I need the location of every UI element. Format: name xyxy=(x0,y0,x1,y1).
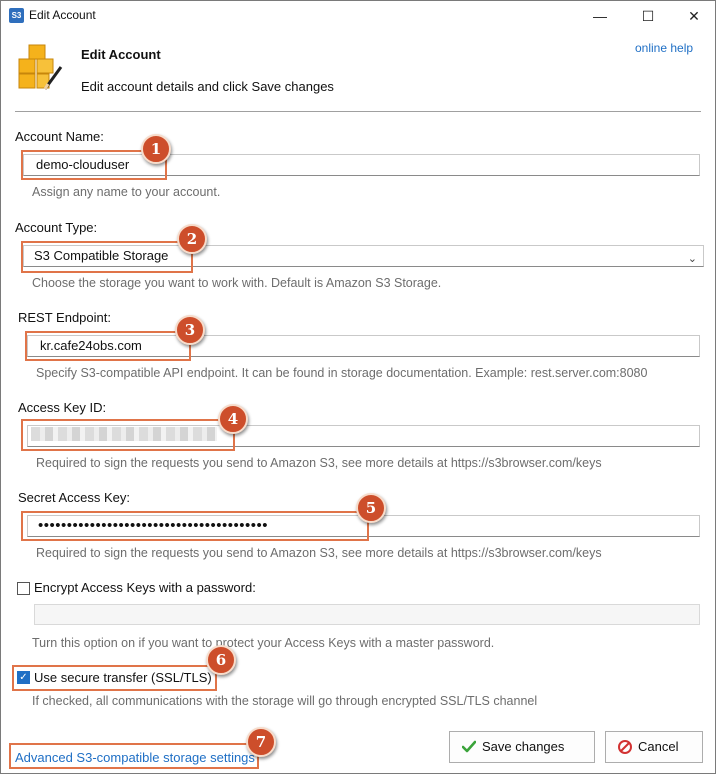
encrypt-keys-hint: Turn this option on if you want to prote… xyxy=(32,636,495,650)
access-key-id-hint: Required to sign the requests you send t… xyxy=(36,456,602,470)
account-type-label: Account Type: xyxy=(15,220,98,235)
callout-badge-2: 2 xyxy=(177,224,207,254)
header-divider xyxy=(15,111,701,112)
minimize-button[interactable]: — xyxy=(577,1,623,31)
secret-access-key-label: Secret Access Key: xyxy=(18,490,130,505)
cancel-button[interactable]: Cancel xyxy=(605,731,703,763)
callout-badge-3: 3 xyxy=(175,315,205,345)
rest-endpoint-label: REST Endpoint: xyxy=(18,310,111,325)
encrypt-keys-label: Encrypt Access Keys with a password: xyxy=(34,580,256,595)
online-help-link[interactable]: online help xyxy=(635,41,693,55)
callout-box-4 xyxy=(21,419,235,451)
access-key-id-label: Access Key ID: xyxy=(18,400,107,415)
chevron-down-icon[interactable]: ⌄ xyxy=(688,249,697,266)
master-password-input[interactable] xyxy=(34,604,700,625)
cancel-label: Cancel xyxy=(638,739,679,754)
callout-box-7 xyxy=(9,743,259,769)
callout-badge-7: 7 xyxy=(246,727,276,757)
maximize-button[interactable]: ☐ xyxy=(625,1,671,31)
window-title: Edit Account xyxy=(29,8,96,22)
rest-endpoint-hint: Specify S3-compatible API endpoint. It c… xyxy=(36,366,648,380)
secret-access-key-hint: Required to sign the requests you send t… xyxy=(36,546,602,560)
boxes-pencil-icon xyxy=(18,44,63,90)
edit-account-window: S3 Edit Account — ☐ ✕ Edit Account Edit … xyxy=(0,0,716,774)
account-type-hint: Choose the storage you want to work with… xyxy=(32,276,442,290)
callout-box-2 xyxy=(21,241,193,273)
account-name-label: Account Name: xyxy=(15,129,104,144)
callout-badge-5: 5 xyxy=(356,493,386,523)
account-name-hint: Assign any name to your account. xyxy=(32,185,221,199)
dialog-heading: Edit Account xyxy=(81,47,161,62)
secure-transfer-hint: If checked, all communications with the … xyxy=(32,694,538,708)
checkmark-icon xyxy=(462,740,476,753)
save-changes-label: Save changes xyxy=(482,739,565,754)
callout-box-5 xyxy=(21,511,369,541)
callout-badge-4: 4 xyxy=(218,404,248,434)
dialog-subtitle: Edit account details and click Save chan… xyxy=(81,79,334,94)
save-changes-button[interactable]: Save changes xyxy=(449,731,595,763)
s3-app-icon: S3 xyxy=(9,8,24,23)
callout-badge-1: 1 xyxy=(141,134,171,164)
cancel-icon xyxy=(618,740,632,754)
encrypt-keys-checkbox[interactable] xyxy=(17,582,30,595)
callout-box-3 xyxy=(25,331,191,361)
close-button[interactable]: ✕ xyxy=(671,1,716,31)
callout-box-6 xyxy=(12,665,217,691)
title-bar: S3 Edit Account — ☐ ✕ xyxy=(1,1,715,31)
callout-badge-6: 6 xyxy=(206,645,236,675)
